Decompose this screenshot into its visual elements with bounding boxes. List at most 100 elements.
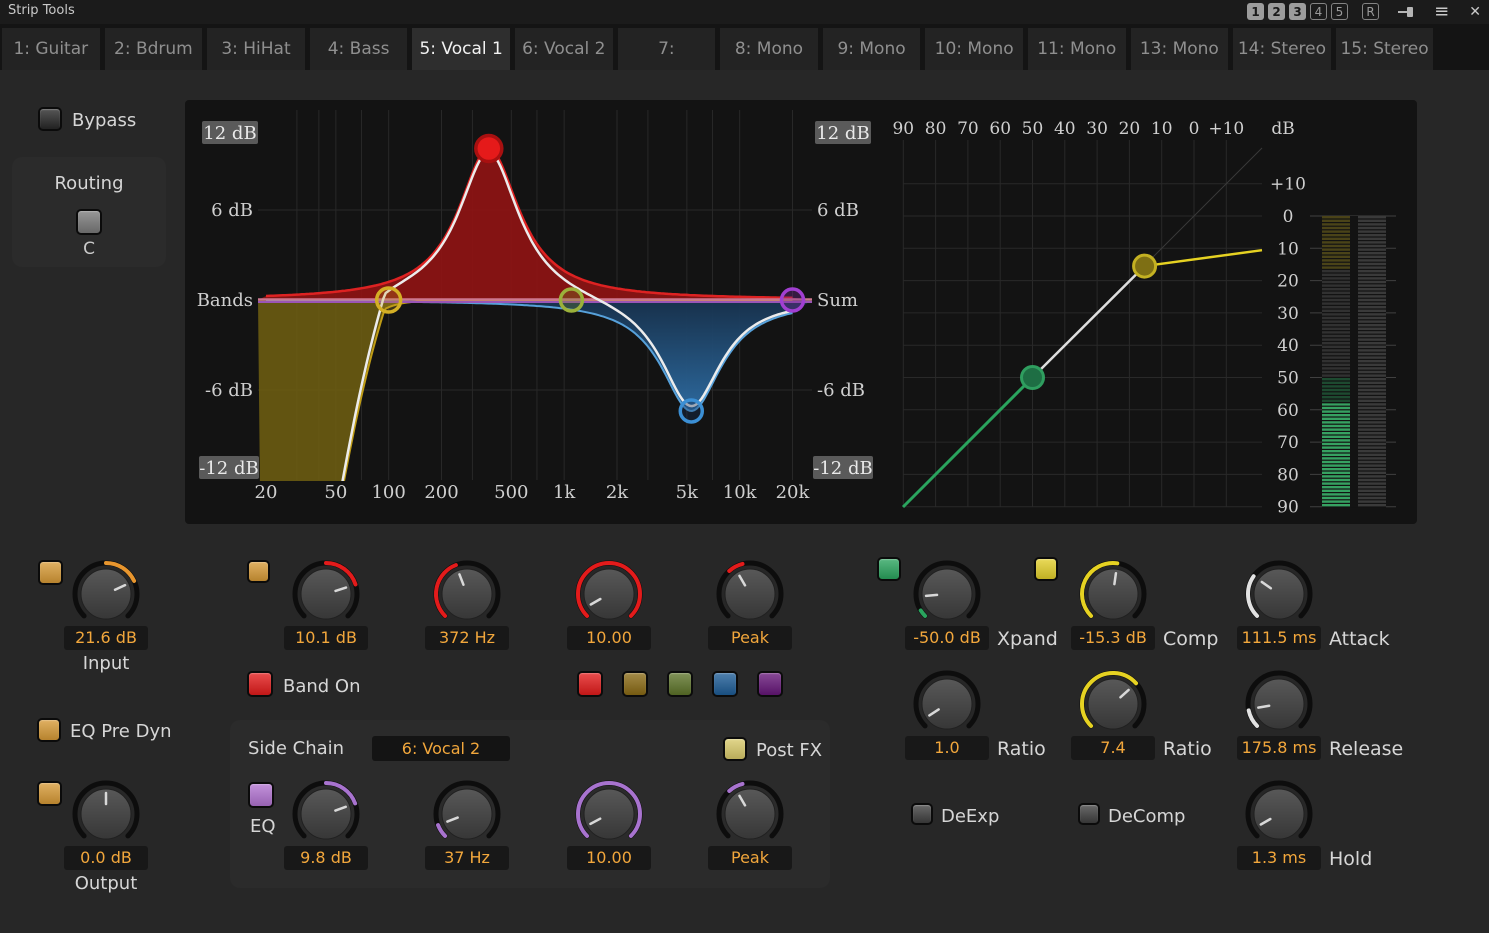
post-fx-checkbox[interactable] xyxy=(723,737,747,761)
deexp-checkbox[interactable] xyxy=(911,803,933,825)
release-knob[interactable] xyxy=(1237,666,1321,742)
input-control: 21.6 dB Input xyxy=(64,556,148,632)
band-q-knob[interactable] xyxy=(567,556,651,632)
sc-q-value[interactable]: 10.00 xyxy=(567,846,651,870)
tab-6-Vocal-2[interactable]: 6: Vocal 2 xyxy=(515,28,613,70)
input-value[interactable]: 21.6 dB xyxy=(64,626,148,650)
axis-label: 1k xyxy=(553,482,576,503)
comp-ratio-knob[interactable] xyxy=(1071,666,1155,742)
release-value[interactable]: 175.8 ms xyxy=(1237,736,1321,760)
comp-toggle[interactable] xyxy=(1034,557,1058,581)
band-swatch-band-3-green[interactable] xyxy=(667,671,693,697)
side-chain-source-select[interactable]: 6: Vocal 2 xyxy=(372,736,510,761)
compressor-point[interactable] xyxy=(1134,255,1156,277)
eq-point-band2-hpf[interactable] xyxy=(377,288,401,312)
tab-9-Mono[interactable]: 9: Mono xyxy=(823,28,921,70)
tab-1-Guitar[interactable]: 1: Guitar xyxy=(2,28,100,70)
close-icon[interactable]: ✕ xyxy=(1469,5,1481,19)
tab-4-Bass[interactable]: 4: Bass xyxy=(310,28,408,70)
eq-point-band3[interactable] xyxy=(560,289,582,311)
eq-point-band5[interactable] xyxy=(782,289,804,311)
eq-pre-dyn-checkbox[interactable] xyxy=(37,718,61,742)
axis-label: 500 xyxy=(494,482,528,503)
snapshot-button-3[interactable]: 3 xyxy=(1289,3,1306,20)
sc-gain-control: 9.8 dB xyxy=(284,776,368,852)
band-type-knob[interactable] xyxy=(708,556,792,632)
tab-3-HiHat[interactable]: 3: HiHat xyxy=(207,28,305,70)
bypass-checkbox[interactable] xyxy=(38,107,62,131)
band-gain-control: 10.1 dB xyxy=(284,556,368,632)
sc-freq-knob[interactable] xyxy=(425,776,509,852)
sc-type-value[interactable]: Peak xyxy=(708,846,792,870)
comp-value[interactable]: -15.3 dB xyxy=(1071,626,1155,650)
band-freq-value[interactable]: 372 Hz xyxy=(425,626,509,650)
tab-5-Vocal-1[interactable]: 5: Vocal 1 xyxy=(412,28,510,70)
axis-label: 20 xyxy=(1119,119,1141,139)
hold-control: 1.3 ms Hold xyxy=(1237,776,1321,852)
xpand-ratio-knob[interactable] xyxy=(905,666,989,742)
tab-14-Stereo[interactable]: 14: Stereo xyxy=(1233,28,1331,70)
eq-point-band4-cut[interactable] xyxy=(680,400,702,422)
xpand-ratio-value[interactable]: 1.0 xyxy=(905,736,989,760)
axis-label: 0 xyxy=(1283,207,1294,227)
output-knob[interactable] xyxy=(64,776,148,852)
tab-11-Mono[interactable]: 11: Mono xyxy=(1028,28,1126,70)
sc-q-knob[interactable] xyxy=(567,776,651,852)
comp-knob[interactable] xyxy=(1071,556,1155,632)
sc-gain-value[interactable]: 9.8 dB xyxy=(284,846,368,870)
band-type-value[interactable]: Peak xyxy=(708,626,792,650)
attack-knob[interactable] xyxy=(1237,556,1321,632)
input-knob[interactable] xyxy=(64,556,148,632)
tab-13-Mono[interactable]: 13: Mono xyxy=(1131,28,1229,70)
attack-value[interactable]: 111.5 ms xyxy=(1237,626,1321,650)
xpand-knob[interactable] xyxy=(905,556,989,632)
band-gain-value[interactable]: 10.1 dB xyxy=(284,626,368,650)
axis-label: 90 xyxy=(892,119,914,139)
snapshot-buttons: 12345R xyxy=(1243,3,1379,20)
tab-2-Bdrum[interactable]: 2: Bdrum xyxy=(105,28,203,70)
tab-8-Mono[interactable]: 8: Mono xyxy=(720,28,818,70)
snapshot-button-5[interactable]: 5 xyxy=(1331,3,1348,20)
sc-gain-knob[interactable] xyxy=(284,776,368,852)
axis-label: 10 xyxy=(1277,239,1299,259)
snapshot-button-1[interactable]: 1 xyxy=(1247,3,1264,20)
xpand-toggle[interactable] xyxy=(877,557,901,581)
band-swatch-band-5-purple[interactable] xyxy=(757,671,783,697)
band-freq-knob[interactable] xyxy=(425,556,509,632)
comp-ratio-value[interactable]: 7.4 xyxy=(1071,736,1155,760)
routing-c-button[interactable] xyxy=(76,209,102,235)
tab-15-Stereo[interactable]: 15: Stereo xyxy=(1336,28,1434,70)
pin-icon[interactable] xyxy=(1398,5,1414,19)
menu-icon[interactable]: ≡ xyxy=(1434,3,1449,21)
hold-knob[interactable] xyxy=(1237,776,1321,852)
hold-value[interactable]: 1.3 ms xyxy=(1237,846,1321,870)
output-toggle[interactable] xyxy=(37,781,62,806)
xpand-value[interactable]: -50.0 dB xyxy=(905,626,989,650)
snapshot-button-R[interactable]: R xyxy=(1362,3,1379,20)
band-on-checkbox[interactable] xyxy=(247,671,273,697)
attack-label: Attack xyxy=(1329,628,1390,650)
strip-tools-window: { "titlebar": { "title": "Strip Tools", … xyxy=(0,0,1489,933)
snapshot-button-2[interactable]: 2 xyxy=(1268,3,1285,20)
sc-type-control: Peak xyxy=(708,776,792,852)
band-swatch-band-4-blue[interactable] xyxy=(712,671,738,697)
snapshot-button-4[interactable]: 4 xyxy=(1310,3,1327,20)
band-q-value[interactable]: 10.00 xyxy=(567,626,651,650)
decomp-checkbox[interactable] xyxy=(1078,803,1100,825)
input-toggle[interactable] xyxy=(38,560,63,585)
sc-type-knob[interactable] xyxy=(708,776,792,852)
band-gain-knob[interactable] xyxy=(284,556,368,632)
band-toggle[interactable] xyxy=(247,560,270,583)
band-swatch-band-1-red[interactable] xyxy=(577,671,603,697)
side-chain-eq-toggle[interactable] xyxy=(248,782,274,808)
tab-7[interactable]: 7: xyxy=(618,28,716,70)
expander-point[interactable] xyxy=(1022,367,1044,389)
deexp-label: DeExp xyxy=(941,806,999,827)
eq-point-band1-peak[interactable] xyxy=(476,136,502,162)
band-swatch-band-2-olive[interactable] xyxy=(622,671,648,697)
sc-freq-value[interactable]: 37 Hz xyxy=(425,846,509,870)
tab-10-Mono[interactable]: 10: Mono xyxy=(925,28,1023,70)
output-value[interactable]: 0.0 dB xyxy=(64,846,148,870)
graph-panel: 12 dB6 dBBands-6 dB-12 dB12 dB6 dBSum-6 … xyxy=(185,100,1417,524)
axis-label: -6 dB xyxy=(817,380,865,401)
